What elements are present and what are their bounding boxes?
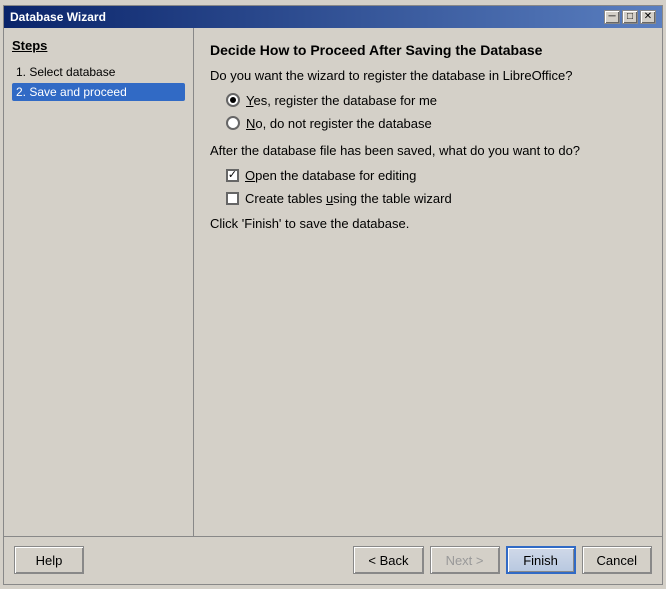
checkbox-create-tables-label: Create tables using the table wizard	[245, 191, 452, 206]
title-bar: Database Wizard ─ □ ✕	[4, 6, 662, 28]
checkbox-option-create-tables[interactable]: Create tables using the table wizard	[226, 191, 646, 206]
question1-text: Do you want the wizard to register the d…	[210, 68, 646, 83]
sidebar-item-select-database[interactable]: 1. Select database	[12, 63, 185, 81]
checkbox-group: Open the database for editing Create tab…	[226, 168, 646, 206]
main-panel: Decide How to Proceed After Saving the D…	[194, 28, 662, 536]
next-button[interactable]: Next >	[430, 546, 500, 574]
finish-button[interactable]: Finish	[506, 546, 576, 574]
checkbox-create-tables-input[interactable]	[226, 192, 239, 205]
dialog-window: Database Wizard ─ □ ✕ Steps 1. Select da…	[3, 5, 663, 585]
right-buttons: < Back Next > Finish Cancel	[353, 546, 652, 574]
bottom-bar: Help < Back Next > Finish Cancel	[4, 536, 662, 584]
cancel-button[interactable]: Cancel	[582, 546, 652, 574]
help-button[interactable]: Help	[14, 546, 84, 574]
window-title: Database Wizard	[10, 10, 106, 24]
radio-yes-input[interactable]	[226, 93, 240, 107]
close-button[interactable]: ✕	[640, 10, 656, 24]
sidebar-item-save-and-proceed[interactable]: 2. Save and proceed	[12, 83, 185, 101]
checkbox-option-open[interactable]: Open the database for editing	[226, 168, 646, 183]
radio-option-no[interactable]: No, do not register the database	[226, 116, 646, 131]
finish-note: Click 'Finish' to save the database.	[210, 216, 646, 231]
radio-no-label: No, do not register the database	[246, 116, 432, 131]
checkbox-open-input[interactable]	[226, 169, 239, 182]
main-title: Decide How to Proceed After Saving the D…	[210, 42, 646, 58]
back-button[interactable]: < Back	[353, 546, 423, 574]
title-bar-controls: ─ □ ✕	[604, 10, 656, 24]
radio-group: Yes, register the database for me No, do…	[226, 93, 646, 131]
left-buttons: Help	[14, 546, 84, 574]
radio-yes-label: Yes, register the database for me	[246, 93, 437, 108]
sidebar-title: Steps	[12, 38, 185, 53]
radio-no-input[interactable]	[226, 116, 240, 130]
radio-option-yes[interactable]: Yes, register the database for me	[226, 93, 646, 108]
content-area: Steps 1. Select database 2. Save and pro…	[4, 28, 662, 536]
sidebar: Steps 1. Select database 2. Save and pro…	[4, 28, 194, 536]
question2-text: After the database file has been saved, …	[210, 143, 646, 158]
minimize-button[interactable]: ─	[604, 10, 620, 24]
maximize-button[interactable]: □	[622, 10, 638, 24]
checkbox-open-label: Open the database for editing	[245, 168, 416, 183]
